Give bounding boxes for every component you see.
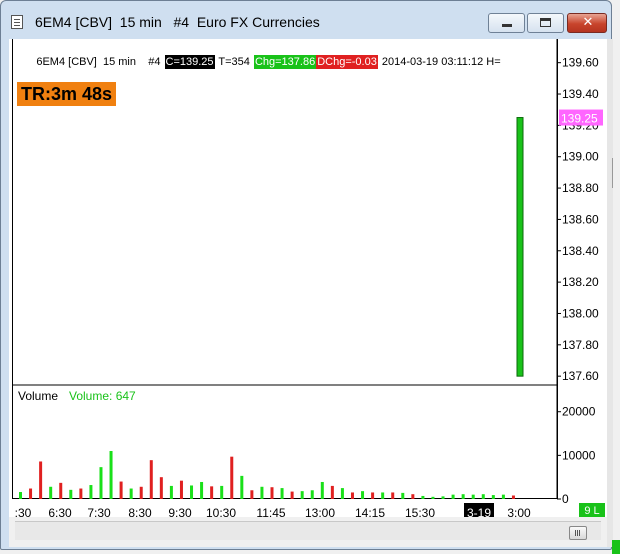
scrollbar-thumb[interactable]: [569, 526, 587, 540]
current-price-label: 139.25: [561, 112, 598, 126]
volume-bar: [270, 487, 274, 499]
price-tick-label: 139.40: [562, 87, 599, 101]
volume-bar: [129, 488, 133, 499]
bottom-scroll-area: [9, 517, 607, 547]
volume-bar: [49, 486, 53, 499]
volume-bar: [361, 491, 365, 499]
volume-bar: [320, 481, 324, 499]
volume-bar: [461, 494, 465, 499]
volume-bar: [179, 480, 183, 499]
time-axis-label: 3-19: [467, 506, 491, 517]
volume-bar: [59, 482, 63, 499]
price-tick-label: 138.80: [562, 181, 599, 195]
price-volume-chart[interactable]: 139.60139.40139.20139.00138.80138.60138.…: [9, 39, 607, 517]
volume-bar: [109, 451, 113, 499]
volume-bar: [169, 485, 173, 499]
background-window-edge: [612, 158, 620, 188]
volume-bar: [159, 477, 163, 499]
close-button[interactable]: ✕: [567, 13, 607, 33]
title-bar[interactable]: 6EM4 [CBV] 15 min #4 Euro FX Currencies …: [1, 1, 611, 39]
volume-bar: [471, 494, 475, 499]
volume-bar: [330, 485, 334, 499]
volume-bar: [310, 490, 314, 499]
price-tick-label: 139.00: [562, 150, 599, 164]
volume-bar: [39, 461, 43, 499]
time-axis-label: 10:30: [206, 506, 236, 517]
volume-tick-label: 20000: [562, 405, 596, 419]
maximize-icon: [540, 18, 551, 27]
chart-window-icon: [11, 15, 23, 29]
time-axis-label: 6:30: [48, 506, 72, 517]
volume-bar: [220, 485, 224, 499]
volume-bar: [431, 496, 435, 499]
volume-bar: [200, 481, 204, 499]
price-tick-label: 137.80: [562, 338, 599, 352]
price-tick-label: 137.60: [562, 369, 599, 383]
volume-bar: [29, 488, 33, 499]
price-tick-label: 138.60: [562, 212, 599, 226]
volume-bar: [79, 488, 83, 499]
minimize-icon: [502, 24, 512, 27]
price-tick-label: 138.40: [562, 244, 599, 258]
volume-bar: [441, 496, 445, 499]
volume-bar: [371, 492, 375, 499]
volume-bar: [190, 485, 194, 499]
price-tick-label: 139.60: [562, 56, 599, 70]
volume-tick-label: 0: [562, 492, 569, 506]
chart-area[interactable]: 6EM4 [CBV] 15 min #4 C=139.25 T=354 Chg=…: [9, 39, 607, 547]
volume-bar: [149, 460, 153, 499]
window-title: 6EM4 [CBV] 15 min #4 Euro FX Currencies: [35, 14, 320, 30]
volume-bar: [280, 488, 284, 499]
volume-bar: [340, 488, 344, 499]
volume-bar: [139, 486, 143, 499]
volume-bar: [421, 495, 425, 499]
volume-bar: [69, 489, 73, 499]
price-tick-label: 138.20: [562, 275, 599, 289]
time-axis-label: 13:00: [305, 506, 335, 517]
price-bar: [516, 117, 524, 377]
volume-bar: [89, 485, 93, 499]
time-axis-label: 11:45: [256, 506, 285, 517]
volume-bar: [300, 491, 304, 499]
volume-bar: [19, 492, 22, 499]
volume-bar: [230, 456, 234, 499]
volume-tick-label: 10000: [562, 448, 596, 462]
time-axis-label: 8:30: [128, 506, 152, 517]
volume-bar: [411, 494, 415, 499]
volume-bar: [119, 481, 123, 499]
maximize-button[interactable]: [527, 13, 564, 33]
background-window-marker: [612, 540, 620, 554]
volume-bar: [491, 495, 495, 499]
volume-bar: [260, 486, 264, 499]
volume-bar: [250, 490, 254, 499]
volume-bar: [350, 492, 354, 499]
time-axis-label: 7:30: [87, 506, 111, 517]
time-axis-label: 9:30: [168, 506, 192, 517]
close-icon: ✕: [582, 15, 594, 30]
volume-bar: [481, 494, 485, 499]
price-tick-label: 138.00: [562, 306, 599, 320]
chart-window: 6EM4 [CBV] 15 min #4 Euro FX Currencies …: [0, 0, 613, 550]
time-axis-label: 14:15: [355, 506, 385, 517]
time-axis-label: 3:00: [507, 506, 531, 517]
time-axis-label: 15:30: [405, 506, 435, 517]
minimize-button[interactable]: [488, 13, 525, 33]
volume-bar: [381, 492, 385, 499]
horizontal-scrollbar[interactable]: [15, 521, 601, 540]
volume-bar: [401, 492, 405, 499]
volume-bar: [501, 494, 505, 499]
volume-bar: [210, 486, 214, 499]
time-axis-label: :30: [15, 506, 32, 517]
volume-bar: [240, 475, 244, 499]
volume-bar: [451, 494, 455, 499]
volume-bar: [391, 492, 395, 499]
volume-bar: [99, 467, 103, 499]
volume-bar: [290, 491, 294, 499]
volume-bar: [511, 495, 515, 499]
right-edge-strip: [607, 39, 613, 547]
